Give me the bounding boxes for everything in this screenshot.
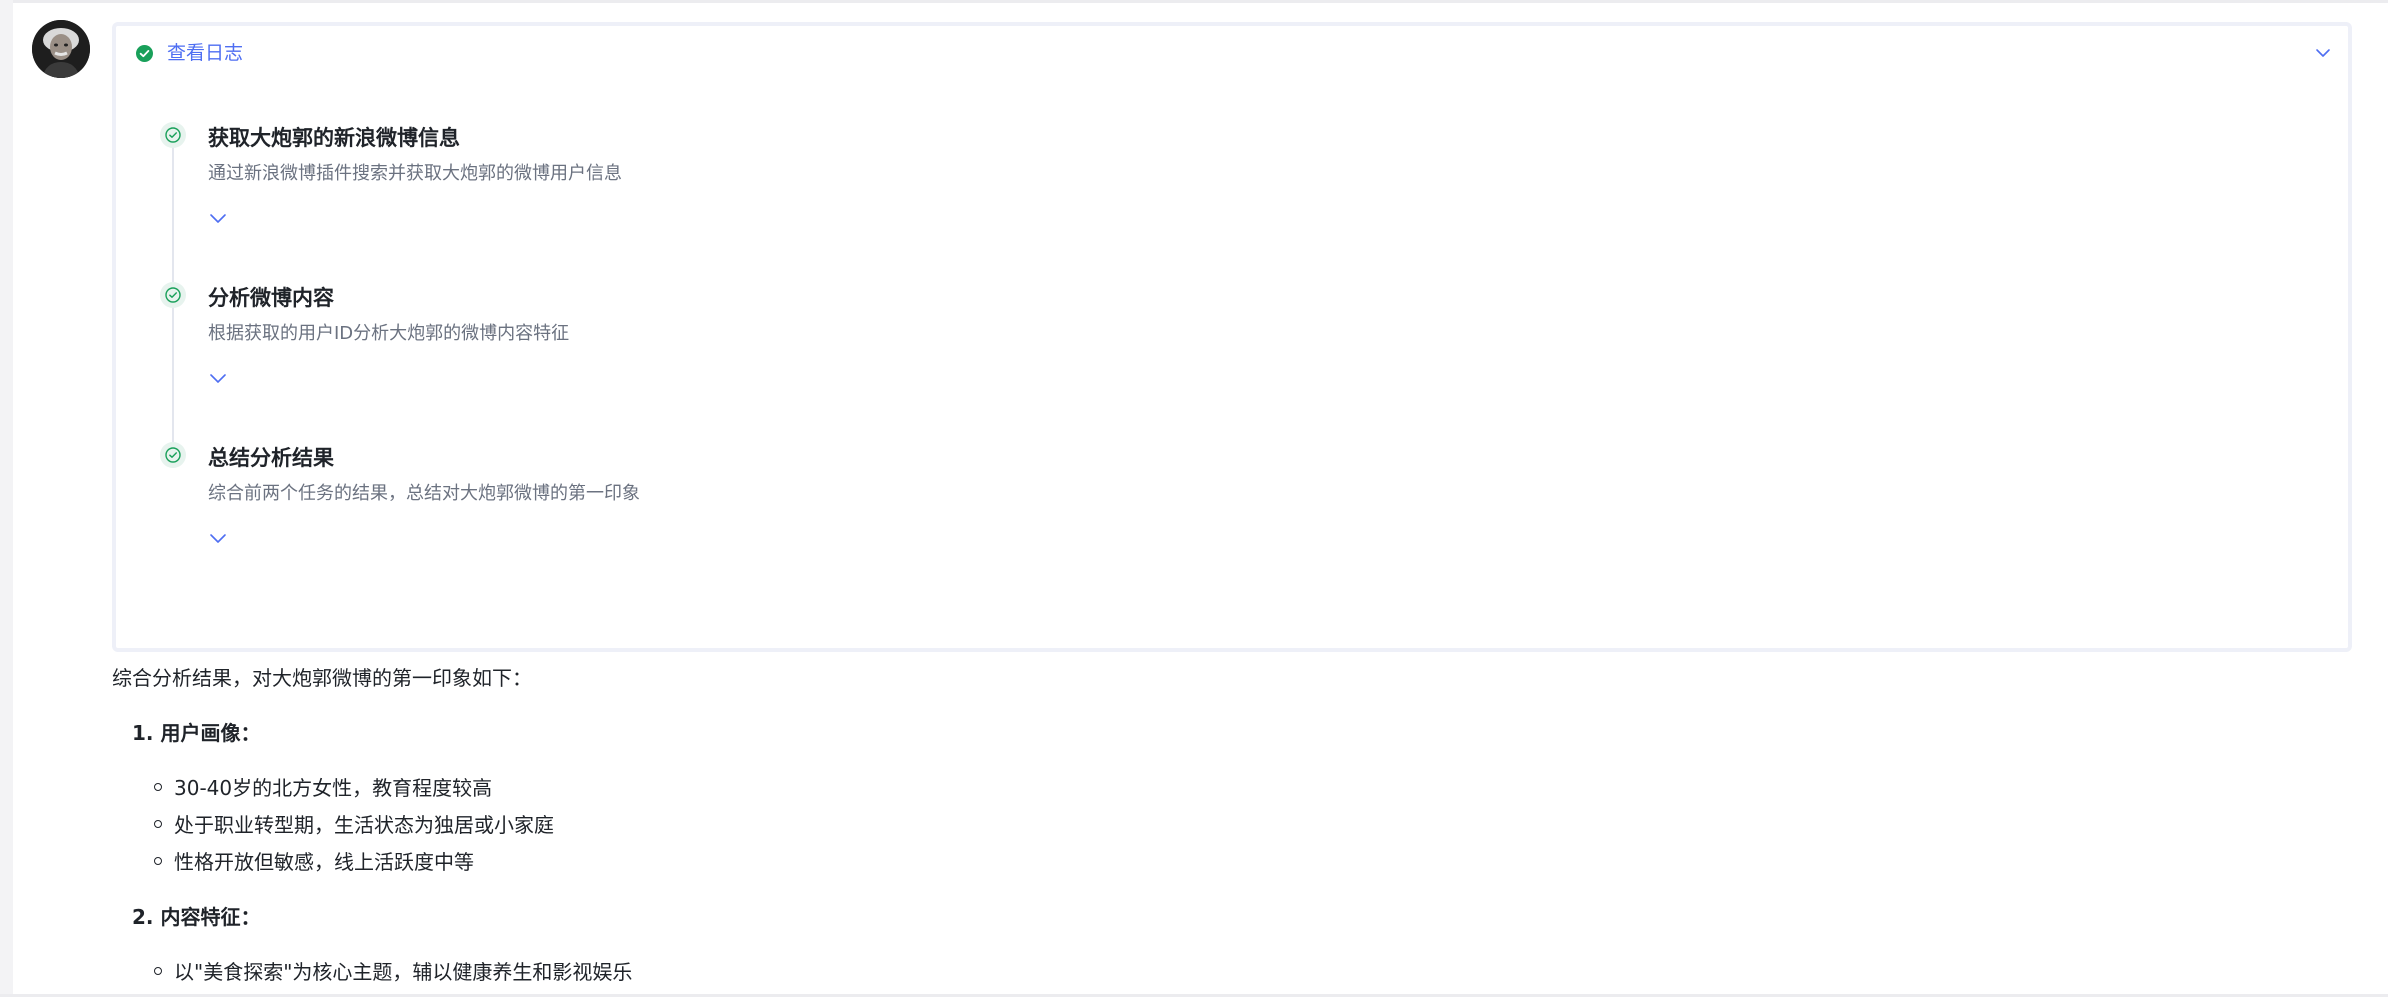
step-title: 获取大炮郭的新浪微博信息 xyxy=(208,126,460,150)
list-item: 性格开放但敏感，线上活跃度中等 xyxy=(154,847,474,877)
list-item-text: 以"美食探索"为核心主题，辅以健康养生和影视娱乐 xyxy=(174,960,633,984)
step-description: 通过新浪微博插件搜索并获取大炮郭的微博用户信息 xyxy=(208,163,622,184)
assistant-avatar xyxy=(32,20,90,78)
bullet-icon xyxy=(154,857,162,865)
left-rail xyxy=(0,0,13,997)
step-title: 分析微博内容 xyxy=(208,286,334,310)
check-circle-icon xyxy=(165,447,181,463)
list-item-text: 30-40岁的北方女性，教育程度较高 xyxy=(174,776,493,800)
bullet-icon xyxy=(154,820,162,828)
log-panel: 查看日志 获取大炮郭的新浪微博信息 通过新浪微博插件搜索并获取大炮郭的微博用户信… xyxy=(112,22,2352,652)
step-description: 根据获取的用户ID分析大炮郭的微博内容特征 xyxy=(208,323,570,344)
check-circle-icon xyxy=(165,127,181,143)
section-heading: 1. 用户画像： xyxy=(132,721,261,745)
log-header[interactable]: 查看日志 xyxy=(136,43,243,63)
section-heading: 2. 内容特征： xyxy=(132,905,261,929)
list-item-text: 处于职业转型期，生活状态为独居或小家庭 xyxy=(174,813,554,837)
check-circle-filled-icon xyxy=(136,44,153,62)
bullet-icon xyxy=(154,967,162,975)
answer-intro: 综合分析结果，对大炮郭微博的第一印象如下： xyxy=(112,666,532,690)
timeline-step: 总结分析结果 综合前两个任务的结果，总结对大炮郭微博的第一印象 xyxy=(160,442,1360,572)
chevron-down-icon[interactable] xyxy=(208,372,228,386)
log-title[interactable]: 查看日志 xyxy=(167,43,243,63)
chevron-down-icon[interactable] xyxy=(208,212,228,226)
bullet-icon xyxy=(154,783,162,791)
list-item-text: 性格开放但敏感，线上活跃度中等 xyxy=(174,850,474,874)
step-title: 总结分析结果 xyxy=(208,446,334,470)
step-status-icon xyxy=(160,442,186,468)
step-status-icon xyxy=(160,282,186,308)
timeline-step: 分析微博内容 根据获取的用户ID分析大炮郭的微博内容特征 xyxy=(160,282,1360,412)
top-divider xyxy=(0,0,2388,3)
chevron-down-icon[interactable] xyxy=(2312,42,2334,64)
step-description: 综合前两个任务的结果，总结对大炮郭微博的第一印象 xyxy=(208,483,640,504)
timeline-step: 获取大炮郭的新浪微博信息 通过新浪微博插件搜索并获取大炮郭的微博用户信息 xyxy=(160,122,1360,252)
list-item: 30-40岁的北方女性，教育程度较高 xyxy=(154,773,493,803)
check-circle-icon xyxy=(165,287,181,303)
step-status-icon xyxy=(160,122,186,148)
chevron-down-icon[interactable] xyxy=(208,532,228,546)
list-item: 处于职业转型期，生活状态为独居或小家庭 xyxy=(154,810,554,840)
list-item: 以"美食探索"为核心主题，辅以健康养生和影视娱乐 xyxy=(154,957,633,987)
